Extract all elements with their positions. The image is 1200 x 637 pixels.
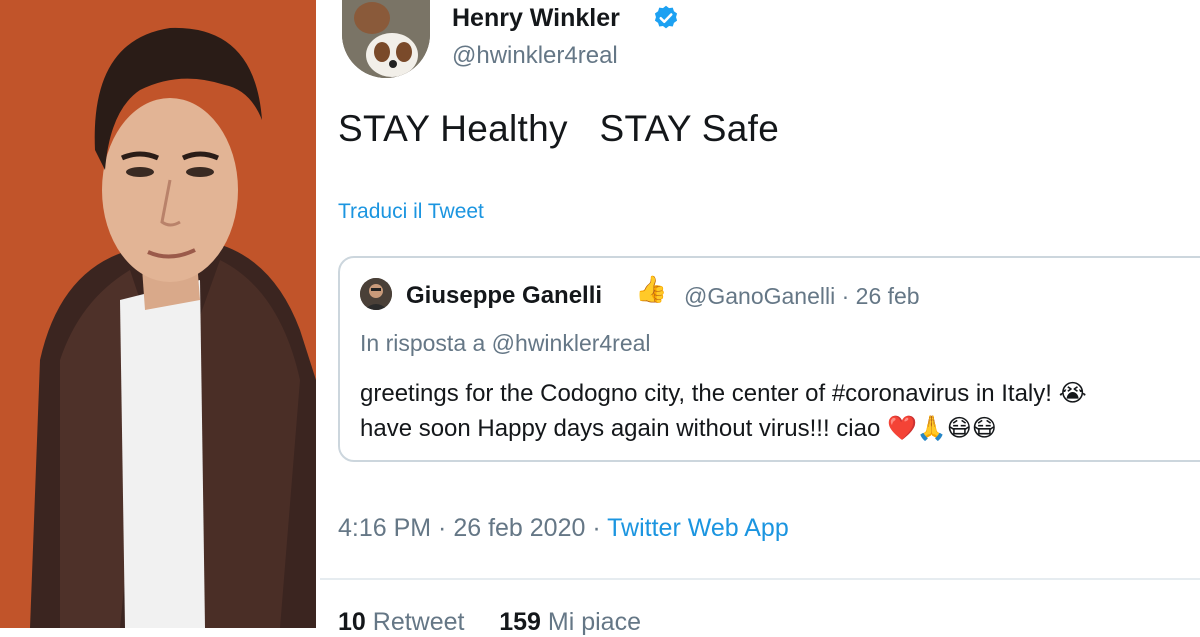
likes-label: Mi piace [547,608,641,636]
quoted-line-1: greetings for the Codogno city, the cent… [360,380,1052,407]
author-avatar[interactable] [342,0,430,78]
reply-to-label: In risposta a @hwinkler4real [360,330,651,356]
likes-count: 159 [499,608,541,636]
tweet-panel: Henry Winkler @hwinkler4real STAY Health… [320,0,1200,636]
source-app-link[interactable]: Twitter Web App [607,514,789,542]
quoted-author-name[interactable]: Giuseppe Ganelli [406,282,602,310]
heart-pray-mask-icons: ❤️🙏😷😷 [886,415,997,442]
tweet-stats: 10 Retweet 159 Mi piace [338,608,641,637]
profile-photo [0,0,316,628]
quoted-tweet[interactable]: Giuseppe Ganelli 👍 @GanoGanelli · 26 feb… [338,256,1200,462]
retweets-count: 10 [338,608,366,636]
likes-stat[interactable]: 159 Mi piace [499,608,641,636]
tweet-text: STAY Healthy STAY Safe [338,108,780,149]
tweet-meta: 4:16 PM · 26 feb 2020 · Twitter Web App [338,514,789,543]
separator [320,578,1200,580]
tweet-timestamp[interactable]: 4:16 PM · 26 feb 2020 · [338,514,607,542]
author-name[interactable]: Henry Winkler [452,4,620,33]
author-handle[interactable]: @hwinkler4real [452,42,618,70]
quoted-tweet-text: greetings for the Codogno city, the cent… [360,376,1087,446]
retweets-stat[interactable]: 10 Retweet [338,608,464,636]
quoted-handle-date[interactable]: @GanoGanelli · 26 feb [684,283,920,310]
retweets-label: Retweet [372,608,465,636]
translate-link[interactable]: Traduci il Tweet [338,200,484,224]
thumbs-up-icon: 👍 [635,274,668,304]
verified-badge-icon [654,5,678,29]
quoted-line-2: have soon Happy days again without virus… [360,415,881,442]
crying-face-icon: 😭 [1058,380,1087,407]
quoted-author-avatar[interactable] [360,278,392,310]
